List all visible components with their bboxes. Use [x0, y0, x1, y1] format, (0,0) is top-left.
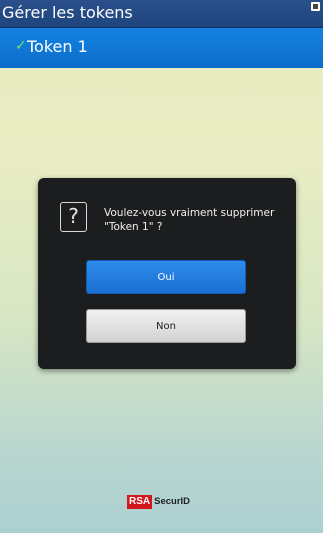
no-button[interactable]: Non: [86, 309, 246, 343]
checkmark-icon: ✓: [15, 38, 27, 54]
status-indicator-icon: [311, 2, 320, 11]
yes-button[interactable]: Oui: [86, 260, 246, 294]
token-label: Token 1: [27, 37, 88, 56]
page-title: Gérer les tokens: [2, 3, 133, 22]
question-icon: ?: [60, 202, 87, 232]
rsa-securid-logo: RSA SecurID: [127, 495, 190, 509]
dialog-message: Voulez-vous vraiment supprimer "Token 1"…: [104, 207, 275, 233]
confirm-delete-dialog: ? Voulez-vous vraiment supprimer "Token …: [38, 178, 296, 369]
list-item-token-1[interactable]: ✓ Token 1: [0, 28, 323, 68]
securid-logo-text: SecurID: [154, 496, 191, 507]
rsa-logo-mark: RSA: [127, 495, 153, 509]
title-bar: Gérer les tokens: [0, 0, 323, 28]
